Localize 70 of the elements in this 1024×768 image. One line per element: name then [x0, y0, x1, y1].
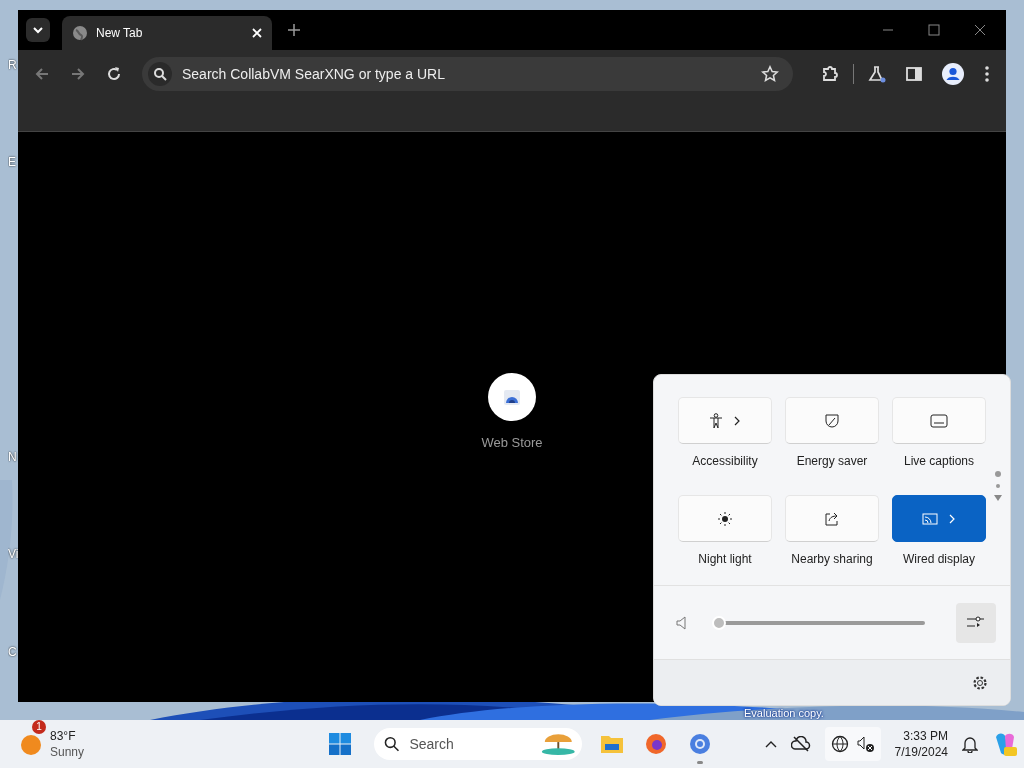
share-icon	[824, 510, 840, 527]
sun-icon	[717, 510, 733, 527]
taskbar-search-field[interactable]: Search	[374, 728, 582, 760]
weather-condition-text: Sunny	[50, 744, 85, 760]
speaker-muted-icon	[856, 735, 875, 753]
clock[interactable]: 3:33 PM 7/19/2024	[894, 728, 948, 760]
chevron-down-icon	[32, 24, 44, 36]
tab-search-button[interactable]	[26, 18, 50, 42]
desktop-icon-label[interactable]: N	[8, 450, 18, 464]
more-menu-icon[interactable]	[984, 65, 990, 83]
temperature-text: 83°F	[50, 728, 77, 744]
browser-tab[interactable]: New Tab	[62, 16, 272, 50]
person-icon	[709, 412, 723, 429]
desktop-icon-label[interactable]: E	[8, 155, 18, 169]
running-indicator	[697, 761, 703, 764]
side-panel-icon[interactable]	[906, 66, 922, 82]
cloud-off-icon[interactable]	[790, 736, 811, 752]
bell-icon[interactable]	[962, 735, 978, 753]
tile-label: Energy saver	[796, 454, 868, 468]
watermark-text: Evaluation copy.	[744, 707, 824, 719]
flask-icon[interactable]	[868, 65, 886, 83]
forward-arrow-icon[interactable]	[70, 66, 86, 82]
folder-icon[interactable]	[600, 733, 624, 755]
shortcut-tile[interactable]: Web Store	[472, 373, 552, 453]
beach-umbrella-icon	[539, 732, 578, 756]
search-input[interactable]: Search	[407, 735, 532, 753]
globe-icon	[72, 25, 88, 41]
new-tab-icon[interactable]	[288, 24, 300, 36]
tile-label: Wired display	[903, 552, 975, 566]
desktop-icon-label[interactable]: Vi	[8, 547, 18, 561]
captions-icon	[930, 413, 948, 428]
network-volume-button[interactable]	[824, 727, 881, 761]
quick-setting-tile[interactable]	[892, 495, 986, 542]
desktop-icon-label[interactable]: R	[8, 58, 18, 72]
weather-widget[interactable]: 1 83°F Sunny	[20, 720, 140, 760]
start-icon[interactable]	[328, 732, 352, 756]
tile-label: Nearby sharing	[791, 552, 873, 566]
sun-icon	[20, 732, 44, 756]
desktop-icon-label[interactable]: C	[8, 645, 18, 659]
back-arrow-icon[interactable]	[34, 66, 50, 82]
search-icon	[384, 736, 400, 752]
star-icon[interactable]	[761, 65, 779, 83]
maximize-icon[interactable]	[928, 24, 940, 36]
chevron-up-icon[interactable]	[764, 740, 777, 748]
chevron-right-icon	[948, 513, 956, 524]
settings-icon[interactable]	[972, 674, 988, 691]
date-text: 7/19/2024	[894, 744, 948, 760]
shortcut-label: Web Store	[481, 435, 543, 450]
triangle-down-icon[interactable]	[994, 495, 1002, 501]
notification-badge: 1	[32, 720, 46, 734]
page-dot[interactable]	[996, 484, 1000, 488]
address-bar[interactable]: Search CollabVM SearXNG or type a URL	[142, 57, 793, 91]
store-icon	[488, 373, 536, 421]
puzzle-icon[interactable]	[821, 65, 839, 83]
speaker-icon[interactable]	[676, 615, 688, 630]
search-icon	[148, 62, 172, 86]
tile-label: Accessibility	[692, 454, 758, 468]
slider-thumb[interactable]	[712, 615, 726, 630]
tile-label: Night light	[698, 552, 752, 566]
page-dot[interactable]	[995, 471, 1001, 477]
chevron-right-icon	[733, 415, 741, 426]
profile-avatar-icon[interactable]	[942, 63, 964, 85]
audio-output-button[interactable]	[956, 602, 996, 643]
tab-title: New Tab	[96, 26, 144, 40]
time-text: 3:33 PM	[903, 728, 948, 744]
reload-icon[interactable]	[106, 66, 122, 82]
browser-app-icon[interactable]	[689, 733, 711, 755]
tile-label: Live captions	[903, 454, 974, 468]
close-icon[interactable]	[974, 24, 986, 36]
cast-icon	[922, 512, 938, 525]
